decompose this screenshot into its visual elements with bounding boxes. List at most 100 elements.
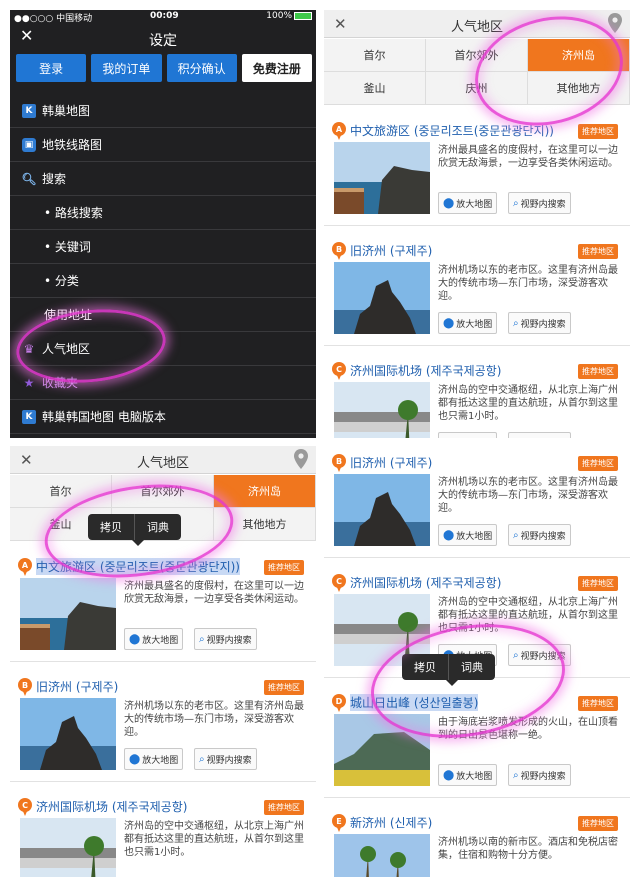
copy-menu-item[interactable]: 拷贝 [88,514,134,540]
copy-menu-item[interactable]: 拷贝 [402,654,448,680]
recommended-badge: 推荐地区 [264,800,304,815]
list-item[interactable]: B 旧济州 (구제주) 推荐地区 济州机场以东的老市区。这里有济州岛最大的传统市… [324,234,630,346]
place-name[interactable]: 济州国际机场 (제주국제공항) [36,798,187,815]
tab-jeju[interactable]: 济州岛 [528,39,630,72]
place-name-selected[interactable]: 中文旅游区 (중문리조트(중문관광단지)) [36,558,240,575]
dictionary-menu-item[interactable]: 词典 [135,514,181,540]
login-button[interactable]: 登录 [16,54,87,82]
dictionary-menu-item[interactable]: 词典 [449,654,495,680]
zoom-map-button[interactable]: ⬤放大地图 [438,312,498,334]
view-search-button[interactable]: ⌕视野内搜索 [508,524,571,546]
search-icon: ⌕ [513,317,519,329]
recommended-badge: 推荐地区 [578,456,618,471]
tab-jeju[interactable]: 济州岛 [214,475,316,508]
list-item[interactable]: C 济州国际机场 (제주국제공항) 推荐地区 济州岛的空中交通枢纽，从北京上海广… [10,790,316,877]
zoom-map-button[interactable]: ⬤放大地图 [124,628,184,650]
page-title: 人气地区 [450,20,503,35]
marker-a-icon: A [332,122,346,140]
list-item[interactable]: C 济州国际机场 (제주국제공항) 推荐地区 济州岛的空中交通枢纽，从北京上海广… [324,354,630,438]
map-pin-icon[interactable] [608,13,622,33]
pin-icon: ⬤ [443,317,455,329]
settings-menu-screen: ●●○○○ 中国移动 00:09 100% ✕ 设定 登录 我的订单 积分确认 … [10,10,316,438]
zoom-map-button[interactable]: ⬤放大地图 [438,764,498,786]
menu-item-label: 搜索 [42,172,67,186]
menu-item-search[interactable]: 🔍︎ 搜索 [10,162,316,196]
map-pin-icon[interactable] [294,449,308,469]
view-search-button[interactable]: ⌕视野内搜索 [508,644,571,666]
menu-item-keyword[interactable]: • 关键词 [10,230,316,264]
menu-item-map[interactable]: K 韩巢地图 [10,94,316,128]
view-search-button[interactable]: ⌕视野内搜索 [194,748,257,770]
place-name[interactable]: 旧济州 (구제주) [350,242,432,259]
marker-c-icon: C [18,798,32,816]
menu-item-category[interactable]: • 分类 [10,264,316,298]
register-button[interactable]: 免费注册 [241,54,312,82]
battery-icon [294,12,312,20]
view-search-button[interactable]: ⌕视野内搜索 [508,312,571,334]
tab-seoul-suburbs[interactable]: 首尔郊外 [426,39,528,72]
place-name[interactable]: 旧济州 (구제주) [36,678,118,695]
menu-item-address[interactable]: 使用地址 [10,298,316,332]
tab-gyeongju[interactable]: 庆州 [426,72,528,105]
my-orders-button[interactable]: 我的订单 [91,54,162,82]
view-search-button[interactable]: ⌕视野内搜索 [508,192,571,214]
view-search-button[interactable]: ⌕视野内搜索 [508,432,571,438]
search-icon: ⌕ [513,197,519,209]
popular-areas-screen: ✕ 人气地区 首尔 首尔郊外 济州岛 釜山 庆州 其他地方 A 中文旅游区 (중… [324,10,630,438]
menu-item-pc-version[interactable]: K 韩巢韩国地图 电脑版本 [10,400,316,434]
list-item[interactable]: A 中文旅游区 (중문리조트(중문관광단지)) 推荐地区 济州最具盛名的度假村，… [10,550,316,662]
tab-seoul[interactable]: 首尔 [10,475,112,508]
list-item[interactable]: D 城山日出峰 (성산일출봉) 推荐地区 由于海底岩浆喷发形成的火山，在山顶看到… [324,686,630,798]
place-description: 济州最具盛名的度假村，在这里可以一边欣赏无敌海景，一边享受各类休闲运动。 [438,145,618,169]
zoom-map-button[interactable]: ⬤放大地图 [438,192,498,214]
list-item[interactable]: E 新济州 (신제주) 推荐地区 济州机场以南的新市区。酒店和免税店密集，住宿和… [324,806,630,877]
copy-context-menu: 拷贝 词典 [88,514,181,546]
place-name-selected[interactable]: 城山日出峰 (성산일출봉) [350,694,479,711]
zoom-map-button[interactable]: ⬤放大地图 [438,524,498,546]
menu-item-route-search[interactable]: • 路线搜索 [10,196,316,230]
carrier-label: ●●○○○ 中国移动 [14,13,93,24]
view-search-button[interactable]: ⌕视野内搜索 [508,764,571,786]
star-icon: ★ [23,375,35,390]
list-item[interactable]: B 旧济州 (구제주) 推荐地区 济州机场以东的老市区。这里有济州岛最大的传统市… [324,446,630,558]
place-name[interactable]: 济州国际机场 (제주국제공항) [350,574,501,591]
list-item[interactable]: B 旧济州 (구제주) 推荐地区 济州机场以东的老市区。这里有济州岛最大的传统市… [10,670,316,782]
tab-seoul-suburbs[interactable]: 首尔郊外 [112,475,214,508]
subway-icon: ▣ [22,137,36,152]
search-icon: ⌕ [513,438,519,439]
view-search-button[interactable]: ⌕视野内搜索 [194,628,257,650]
recommended-badge: 推荐地区 [264,560,304,575]
marker-c-icon: C [332,362,346,380]
points-button[interactable]: 积分确认 [166,54,237,82]
menu-item-label: 韩巢韩国地图 电脑版本 [42,410,166,424]
recommended-badge: 推荐地区 [578,576,618,591]
place-photo [334,474,430,546]
place-photo [20,698,116,770]
context-menu-arrow [132,540,144,546]
place-name[interactable]: 新济州 (신제주) [350,814,432,831]
menu-item-subway[interactable]: ▣ 地铁线路图 [10,128,316,162]
tab-busan[interactable]: 釜山 [324,72,426,105]
place-description: 济州机场以东的老市区。这里有济州岛最大的传统市场—东门市场，深受游客欢迎。 [124,701,304,738]
place-description: 济州机场以南的新市区。酒店和免税店密集，住宿和购物十分方便。 [438,837,618,861]
menu-item-popular-areas[interactable]: ♛ 人气地区 [10,332,316,366]
place-name[interactable]: 中文旅游区 (중문리조트(중문관광단지)) [350,122,554,139]
zoom-map-button[interactable]: ⬤放大地图 [124,748,184,770]
menu-item-favorites[interactable]: ★ 收藏夹 [10,366,316,400]
tab-seoul[interactable]: 首尔 [324,39,426,72]
place-name[interactable]: 旧济州 (구제주) [350,454,432,471]
tab-other[interactable]: 其他地方 [214,508,316,541]
marker-a-icon: A [18,558,32,576]
marker-b-icon: B [332,454,346,472]
zoom-map-button[interactable]: ⬤放大地图 [438,432,498,438]
place-name[interactable]: 济州国际机场 (제주국제공항) [350,362,501,379]
place-description: 济州机场以东的老市区。这里有济州岛最大的传统市场—东门市场，深受游客欢迎。 [438,265,618,302]
list-item[interactable]: A 中文旅游区 (중문리조트(중문관광단지)) 推荐地区 济州最具盛名的度假村，… [324,114,630,226]
search-icon: ⌕ [199,633,205,645]
place-photo [334,834,430,877]
place-description: 济州最具盛名的度假村，在这里可以一边欣赏无敌海景，一边享受各类休闲运动。 [124,581,304,605]
page-title: 设定 [149,33,177,49]
settings-title-bar: ✕ 设定 [10,24,316,52]
menu-item-label: 收藏夹 [42,376,79,390]
tab-other[interactable]: 其他地方 [528,72,630,105]
